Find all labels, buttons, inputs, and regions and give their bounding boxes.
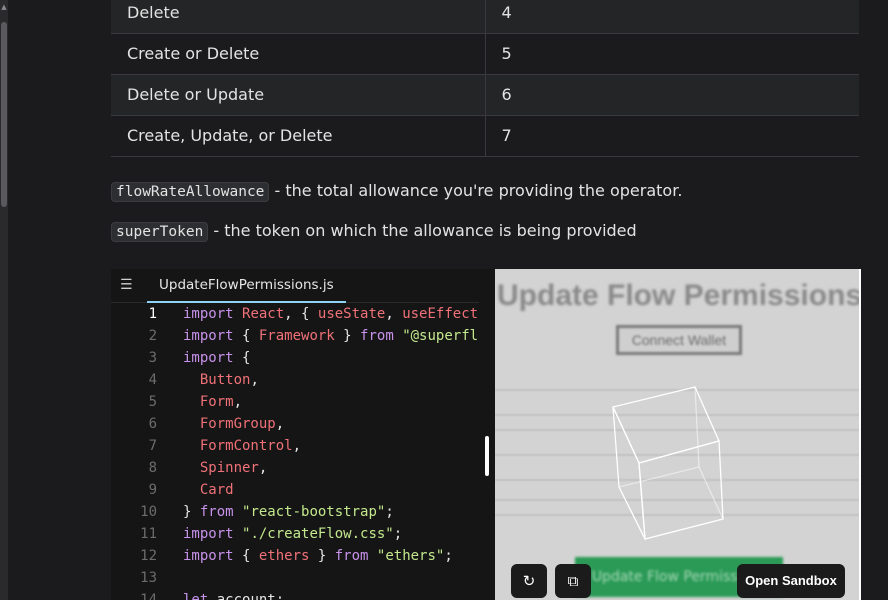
operation-cell: Create or Delete [111,33,486,75]
line-number: 7 [148,438,157,454]
code-line: 5 Form, [111,391,479,413]
value-cell: 7 [485,115,859,157]
code-line: 1import React, { useState, useEffect } f… [111,303,479,325]
code-line: 11 import "./createFlow.css"; [111,523,479,545]
line-number: 11 [140,526,157,542]
page-scrollbar[interactable]: ▲ [0,0,8,600]
line-number: 2 [148,328,157,344]
code-line: 4 Button, [111,369,479,391]
operation-cell: Create, Update, or Delete [111,115,486,157]
line-number: 4 [148,372,157,388]
line-number: 6 [148,416,157,432]
param-description-super-token: superToken - the token on which the allo… [111,221,637,242]
scroll-up-arrow-icon[interactable]: ▲ [0,0,8,14]
code-editor[interactable]: 1import React, { useState, useEffect } f… [111,303,479,600]
code-line: 9 Card [111,479,479,501]
loading-cube-icon [612,386,724,540]
connect-wallet-button[interactable]: Connect Wallet [616,325,742,355]
hamburger-menu-icon[interactable]: ☰ [120,278,134,292]
refresh-icon[interactable]: ↻ [511,564,547,598]
preview-title: Update Flow Permissions [497,279,861,312]
value-cell: 5 [485,33,859,75]
line-number: 14 [140,592,157,600]
table-row: Create, Update, or Delete 7 [111,115,859,157]
value-cell: 4 [485,0,859,34]
open-sandbox-button[interactable]: Open Sandbox [737,564,845,598]
editor-tab-bar: ☰ UpdateFlowPermissions.js [111,269,479,303]
table-row: Delete 4 [111,0,859,34]
line-number: 8 [148,460,157,476]
line-number: 13 [140,570,157,586]
code-line: 6 FormGroup, [111,413,479,435]
value-cell: 6 [485,74,859,116]
preview-edge [859,269,861,600]
code-line: 14 let account; [111,589,479,600]
param-text: - the total allowance you're providing t… [269,181,683,200]
code-sandbox: ☰ UpdateFlowPermissions.js 1 import React… [111,269,861,600]
scrollbar-thumb[interactable] [1,22,7,207]
preview-pane: Update Flow Permissions Connect Wallet U… [495,269,861,600]
line-number: 3 [148,350,157,366]
code-line: 2import { Framework } from "@superfluid-… [111,325,479,347]
line-number: 10 [140,504,157,520]
inline-code: superToken [111,222,209,242]
line-number: 9 [148,482,157,498]
line-number: 5 [148,394,157,410]
resize-handle[interactable] [485,436,489,476]
code-line: 10} from "react-bootstrap"; [111,501,479,523]
code-line: 7 FormControl, [111,435,479,457]
line-number: 1 [148,306,157,322]
tab-update-flow-permissions[interactable]: UpdateFlowPermissions.js [147,269,346,303]
permission-table: Delete 4 Create or Delete 5 Delete or Up… [111,0,859,157]
line-number: 12 [140,548,157,564]
open-external-icon[interactable]: ⧉ [555,564,591,598]
code-line: 3 import { [111,347,479,369]
operation-cell: Delete [111,0,486,34]
table-row: Create or Delete 5 [111,33,859,75]
code-line: 12 import { ethers } from "ethers"; [111,545,479,567]
code-line: 8 Spinner, [111,457,479,479]
param-description-flow-rate: flowRateAllowance - the total allowance … [111,181,683,202]
table-row: Delete or Update 6 [111,74,859,116]
inline-code: flowRateAllowance [111,182,270,202]
resize-divider[interactable] [479,269,495,600]
code-line: 13 [111,567,479,589]
param-text: - the token on which the allowance is be… [208,221,637,240]
operation-cell: Delete or Update [111,74,486,116]
